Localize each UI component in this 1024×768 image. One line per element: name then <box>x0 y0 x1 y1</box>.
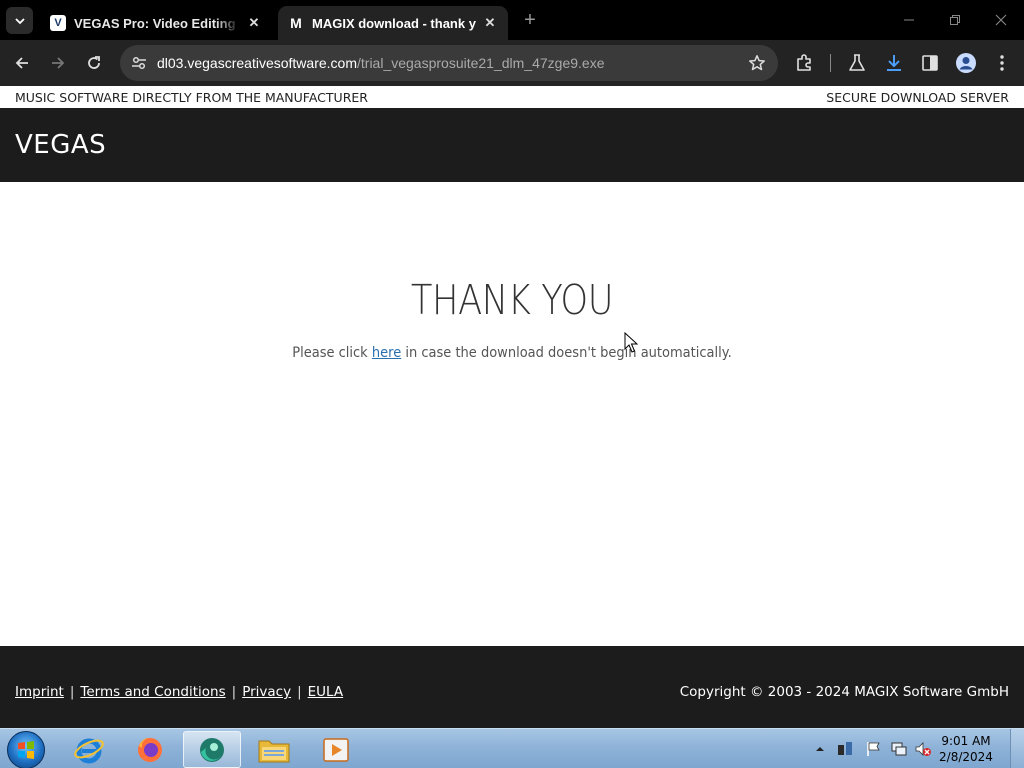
tab-magix-download[interactable]: M MAGIX download - thank you ✕ <box>278 6 508 40</box>
chevron-down-icon <box>14 17 25 24</box>
tab-vegas-pro[interactable]: V VEGAS Pro: Video Editing Software ✕ <box>40 6 272 40</box>
mouse-cursor-icon <box>624 332 638 353</box>
vegas-logo[interactable]: VEGAS <box>15 130 106 160</box>
restore-icon <box>950 15 960 25</box>
footer-separator: | <box>231 684 237 700</box>
terms-link[interactable]: Terms and Conditions <box>80 684 225 700</box>
vegas-favicon-icon: V <box>50 15 66 31</box>
profile-avatar-icon <box>956 53 976 73</box>
clock-time: 9:01 AM <box>941 734 991 748</box>
eula-link[interactable]: EULA <box>308 684 343 700</box>
clock-date: 2/8/2024 <box>939 750 993 764</box>
internet-explorer-icon <box>74 738 104 763</box>
show-hidden-icons-icon[interactable] <box>814 743 826 755</box>
footer-separator: | <box>297 684 302 700</box>
windows-logo-icon <box>18 741 34 759</box>
tab-search-button[interactable] <box>6 7 33 34</box>
taskbar-file-explorer[interactable] <box>245 731 303 768</box>
puzzle-icon <box>797 54 811 71</box>
arrow-right-icon <box>52 57 65 69</box>
privacy-link[interactable]: Privacy <box>242 684 291 700</box>
close-tab-icon[interactable]: ✕ <box>482 15 498 31</box>
secure-server-label: SECURE DOWNLOAD SERVER <box>826 90 1009 105</box>
address-bar[interactable]: dl03.vegascreativesoftware.com/trial_veg… <box>120 45 778 81</box>
profile-button[interactable] <box>955 52 977 74</box>
close-window-button[interactable] <box>978 0 1024 40</box>
close-icon <box>995 14 1007 26</box>
system-clock[interactable]: 9:01 AM 2/8/2024 <box>936 733 996 765</box>
network-icon[interactable] <box>890 740 908 758</box>
firefox-icon <box>138 736 162 762</box>
message-text-before: Please click <box>292 345 372 361</box>
url-path: /trial_vegasprosuite21_dlm_47zge9.exe <box>357 55 605 71</box>
toolbar-divider <box>830 54 831 72</box>
download-message: Please click here in case the download d… <box>36 345 988 361</box>
tab-title: MAGIX download - thank you <box>312 15 476 31</box>
top-info-bar: MUSIC SOFTWARE DIRECTLY FROM THE MANUFAC… <box>0 86 1024 108</box>
close-tab-icon[interactable]: ✕ <box>246 15 262 31</box>
site-footer: Imprint | Terms and Conditions | Privacy… <box>0 646 1024 728</box>
site-settings-icon[interactable] <box>130 54 148 72</box>
imprint-link[interactable]: Imprint <box>15 684 64 700</box>
system-tray <box>814 729 932 768</box>
taskbar-browser-active[interactable] <box>183 731 241 768</box>
download-icon <box>887 55 901 71</box>
labs-button[interactable] <box>846 52 868 74</box>
footer-links: Imprint | Terms and Conditions | Privacy… <box>15 684 343 700</box>
media-player-icon <box>323 737 349 762</box>
extensions-button[interactable] <box>793 52 815 74</box>
magix-favicon-icon: M <box>290 15 302 31</box>
side-panel-button[interactable] <box>919 52 941 74</box>
message-text-after: in case the download doesn't begin autom… <box>401 345 732 361</box>
flag-icon[interactable] <box>865 740 883 758</box>
page-title: THANK YOU <box>410 276 614 324</box>
show-desktop-button[interactable] <box>1010 729 1024 768</box>
new-tab-button[interactable]: + <box>520 10 540 30</box>
taskbar-firefox[interactable] <box>121 731 179 768</box>
site-header: VEGAS <box>0 108 1024 182</box>
tab-strip: V VEGAS Pro: Video Editing Software ✕ M … <box>0 0 1024 40</box>
browser-app-icon <box>200 737 224 762</box>
taskbar-internet-explorer[interactable] <box>60 731 118 768</box>
url-text: dl03.vegascreativesoftware.com/trial_veg… <box>157 55 605 71</box>
main-content: THANK YOU Please click here in case the … <box>0 182 1024 646</box>
more-vertical-icon <box>1000 55 1004 71</box>
folder-icon <box>258 740 290 762</box>
reload-icon <box>88 56 100 69</box>
minimize-icon <box>904 19 914 21</box>
reload-button[interactable] <box>82 51 106 75</box>
restore-button[interactable] <box>932 0 978 40</box>
back-button[interactable] <box>10 51 34 75</box>
downloads-button[interactable] <box>883 52 905 74</box>
minimize-button[interactable] <box>886 0 932 40</box>
download-here-link[interactable]: here <box>372 345 401 361</box>
side-panel-icon <box>922 55 938 71</box>
tab-title: VEGAS Pro: Video Editing Software <box>74 15 240 31</box>
browser-toolbar: dl03.vegascreativesoftware.com/trial_veg… <box>0 40 1024 86</box>
flask-icon <box>849 54 865 71</box>
footer-separator: | <box>69 684 75 700</box>
bookmark-star-icon[interactable] <box>748 54 766 72</box>
taskbar: 9:01 AM 2/8/2024 <box>0 728 1024 768</box>
arrow-left-icon <box>15 57 28 69</box>
volume-muted-icon[interactable] <box>914 740 932 758</box>
browser-menu-button[interactable] <box>991 52 1013 74</box>
taskbar-media-player[interactable] <box>307 731 365 768</box>
action-center-icon[interactable] <box>836 740 854 758</box>
start-button[interactable] <box>7 731 45 768</box>
forward-button[interactable] <box>46 51 70 75</box>
tagline: MUSIC SOFTWARE DIRECTLY FROM THE MANUFAC… <box>15 90 368 105</box>
copyright-text: Copyright © 2003 - 2024 MAGIX Software G… <box>679 684 1009 700</box>
url-host: dl03.vegascreativesoftware.com <box>157 55 357 71</box>
